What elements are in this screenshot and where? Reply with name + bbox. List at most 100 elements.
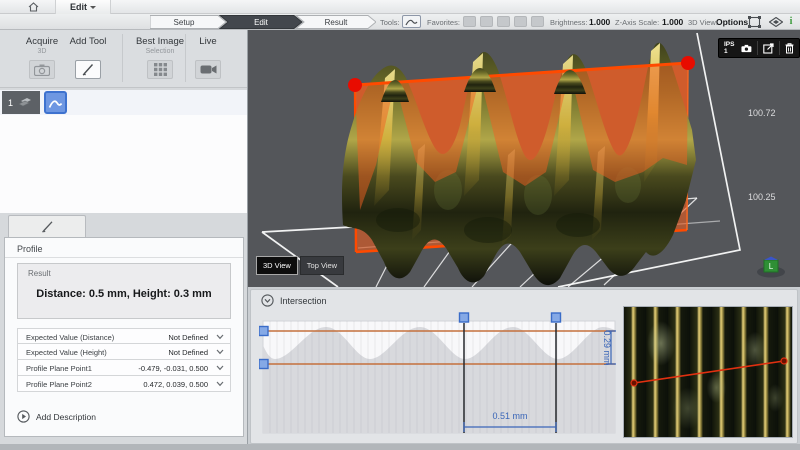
- profile-tool-toolbar-button[interactable]: [402, 15, 421, 28]
- layer-item-1[interactable]: 1: [2, 91, 40, 114]
- 3d-scene: L: [248, 30, 800, 287]
- acquire-sub-label: 3D: [38, 48, 47, 55]
- view-mode-label: 3D View:: [688, 18, 718, 27]
- best-image-label: Best Image: [136, 36, 184, 47]
- chevron-down-icon[interactable]: [216, 334, 224, 340]
- favorite-slot[interactable]: [463, 16, 476, 27]
- top-view-button[interactable]: Top View: [300, 256, 344, 275]
- home-icon: [28, 2, 39, 12]
- profile-tool-selected-button[interactable]: [44, 91, 67, 114]
- action-separator: [185, 34, 186, 82]
- row-value: 0.472, 0.039, 0.500: [143, 380, 208, 389]
- upper-line-handle[interactable]: [259, 327, 268, 336]
- ips-label: IPS 1: [724, 41, 738, 55]
- plane-diamond-icon: [769, 17, 783, 27]
- best-image-sub-label: Selection: [146, 48, 175, 55]
- edit-menu-tab[interactable]: Edit: [55, 0, 111, 14]
- camera-icon: [34, 64, 50, 76]
- table-row[interactable]: Expected Value (Distance) Not Defined: [17, 328, 231, 344]
- intersection-plot[interactable]: 0.51 mm 0.29 mm: [259, 311, 619, 439]
- acquire-label: Acquire: [26, 36, 58, 47]
- left-cursor-handle[interactable]: [460, 313, 469, 322]
- best-image-button[interactable]: [147, 60, 173, 79]
- table-row[interactable]: Profile Plane Point1 -0.479, -0.031, 0.5…: [17, 360, 231, 376]
- chevron-down-icon[interactable]: [216, 349, 224, 355]
- tools-label: Tools:: [380, 18, 400, 27]
- add-tool-label: Add Tool: [70, 36, 107, 47]
- intersection-panel: Intersection: [250, 289, 798, 444]
- result-box: Result Distance: 0.5 mm, Height: 0.3 mm: [17, 263, 231, 319]
- favorite-slot[interactable]: [480, 16, 493, 27]
- layer-number: 1: [8, 98, 13, 108]
- row-label: Expected Value (Height): [26, 348, 107, 357]
- surface-texture-image[interactable]: [623, 306, 793, 438]
- result-text: Distance: 0.5 mm, Height: 0.3 mm: [18, 288, 230, 300]
- export-edit-button[interactable]: [758, 39, 779, 57]
- ips-toolbar: IPS 1: [718, 38, 800, 58]
- plane-endpoint-handle-right[interactable]: [681, 56, 695, 70]
- zscale-value[interactable]: 1.000: [662, 17, 683, 27]
- row-value: Not Defined: [168, 348, 208, 357]
- favorite-slot[interactable]: [531, 16, 544, 27]
- live-button[interactable]: [195, 60, 221, 79]
- 3d-view-button[interactable]: 3D View: [256, 256, 298, 275]
- view-options-button[interactable]: Options: [716, 17, 748, 27]
- profile-panel-title: Profile: [17, 244, 43, 254]
- trash-icon: [785, 43, 794, 54]
- edit-menu-label: Edit: [70, 2, 87, 12]
- ips-camera-button[interactable]: IPS 1: [719, 39, 757, 57]
- orientation-gizmo[interactable]: L: [757, 257, 785, 278]
- intersection-title: Intersection: [280, 296, 327, 306]
- add-tool-button[interactable]: [75, 60, 101, 79]
- add-description-label: Add Description: [36, 412, 96, 422]
- delete-button[interactable]: [780, 39, 799, 57]
- step-edit-label: Edit: [254, 18, 269, 27]
- collapse-icon[interactable]: [261, 294, 274, 307]
- table-row[interactable]: Profile Plane Point2 0.472, 0.039, 0.500: [17, 376, 231, 392]
- chevron-down-icon[interactable]: [216, 381, 224, 387]
- edit-profile-tab[interactable]: [8, 215, 86, 237]
- camera-icon: [741, 44, 752, 53]
- info-icon: i: [790, 16, 793, 27]
- favorite-slot[interactable]: [514, 16, 527, 27]
- fit-view-button[interactable]: [745, 15, 763, 28]
- profile-panel: Profile Result Distance: 0.5 mm, Height:…: [4, 237, 244, 437]
- chevron-down-icon: [90, 6, 96, 9]
- acquire-button[interactable]: [29, 60, 55, 79]
- brightness-value[interactable]: 1.000: [589, 17, 610, 27]
- row-label: Expected Value (Distance): [26, 333, 114, 342]
- plane-endpoint-handle-left[interactable]: [348, 78, 362, 92]
- menu-bar: Edit: [0, 0, 800, 14]
- video-camera-icon: [200, 64, 217, 75]
- profile-curve-icon: [48, 97, 63, 109]
- row-value: -0.479, -0.031, 0.500: [138, 364, 208, 373]
- divider: [5, 257, 243, 258]
- favorite-slot[interactable]: [497, 16, 510, 27]
- 3d-viewport[interactable]: L IPS 1: [248, 30, 800, 287]
- z-axis-value-top: 100.72: [748, 108, 776, 118]
- texture-profile-line: [624, 307, 793, 438]
- gizmo-label: L: [769, 262, 774, 271]
- info-button[interactable]: i: [784, 15, 798, 28]
- pencil-icon: [82, 63, 95, 76]
- brightness-label: Brightness:: [550, 18, 588, 27]
- profile-curve-icon: [405, 17, 418, 26]
- toolbar: Setup Edit Result Tools: Favorites: Brig…: [0, 14, 800, 30]
- left-panel: Acquire 3D Add Tool Best Image Selection: [0, 30, 248, 450]
- row-label: Profile Plane Point2: [26, 380, 92, 389]
- layers-row: 1: [0, 90, 247, 115]
- pencil-icon: [41, 220, 54, 233]
- right-cursor-handle[interactable]: [552, 313, 561, 322]
- action-bar: Acquire 3D Add Tool Best Image Selection: [0, 30, 247, 88]
- chevron-down-icon[interactable]: [216, 365, 224, 371]
- home-button[interactable]: [18, 0, 48, 14]
- view-mode-buttons: 3D View Top View: [256, 256, 344, 275]
- table-row[interactable]: Expected Value (Height) Not Defined: [17, 344, 231, 360]
- lower-line-handle[interactable]: [259, 360, 268, 369]
- height-dimension-label: 0.29 mm: [602, 330, 612, 365]
- add-description-button[interactable]: Add Description: [17, 410, 96, 423]
- action-separator: [122, 34, 123, 82]
- 3d-plane-button[interactable]: [767, 15, 785, 28]
- intersection-header[interactable]: Intersection: [261, 294, 327, 307]
- breadcrumb: Setup Edit Result: [150, 15, 376, 29]
